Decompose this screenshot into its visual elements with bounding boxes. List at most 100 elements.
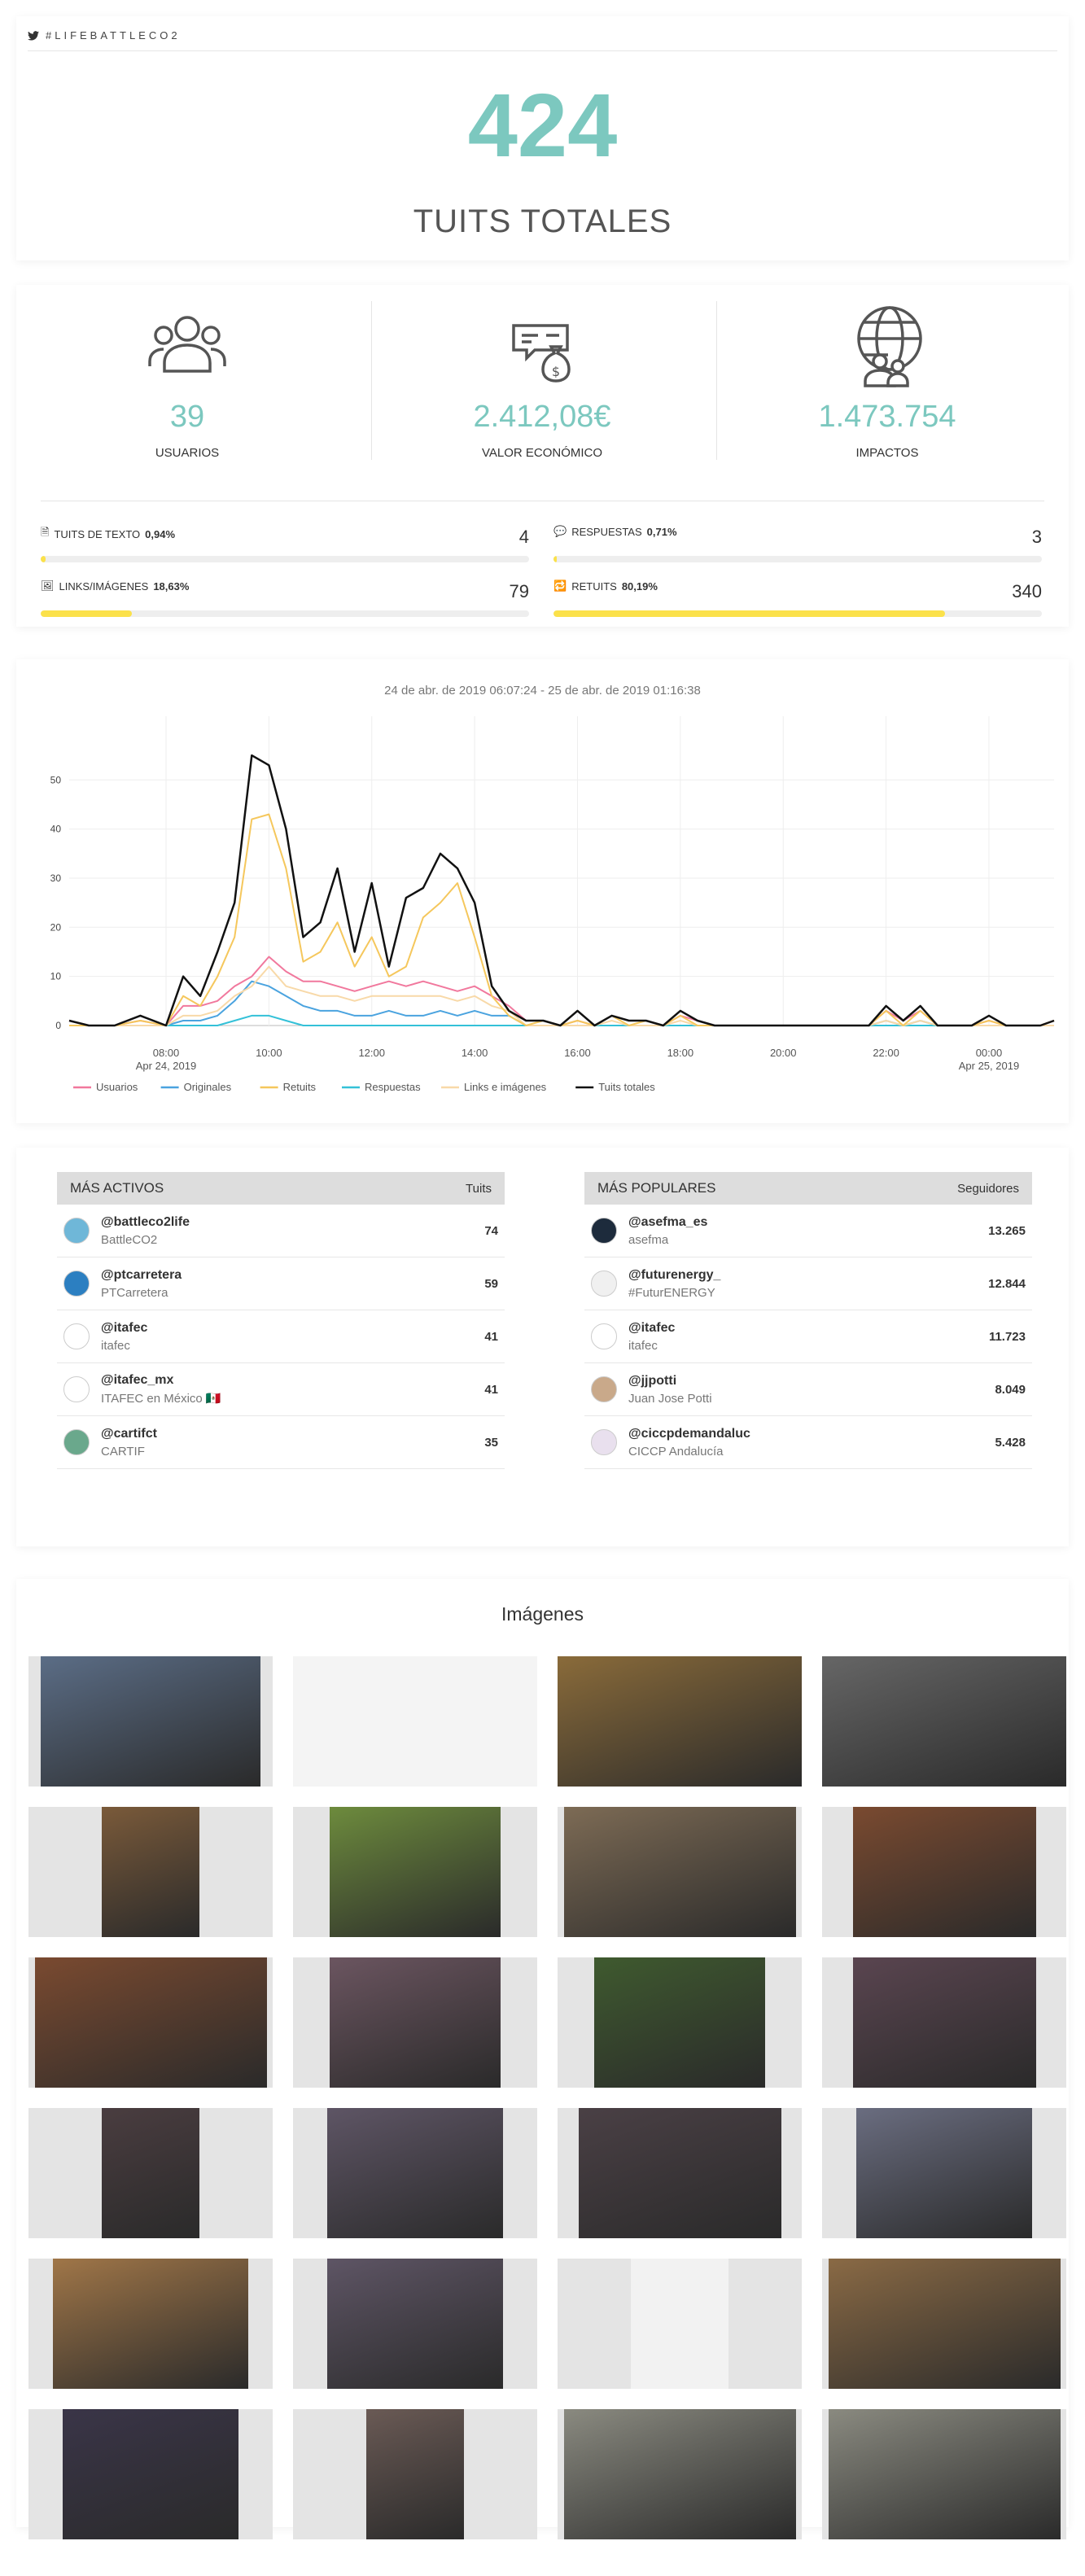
user-display-name: Juan Jose Potti (628, 1391, 712, 1406)
user-info: @itafec itafec (628, 1321, 989, 1353)
metric-value: 4 (518, 527, 529, 547)
row-value: 11.723 (988, 1329, 1026, 1344)
x-tick-label: 10:00 (256, 1047, 282, 1059)
plant-aerial-photo-2 (828, 2409, 1061, 2539)
user-info: @ciccpdemandaluc CICCP Andalucía (628, 1427, 995, 1459)
metric-value: 79 (509, 581, 529, 601)
image-thumbnail[interactable] (28, 2108, 273, 2238)
website-mockup (293, 1656, 537, 1787)
user-handle[interactable]: @asefma_es (628, 1215, 988, 1230)
table-row[interactable]: @itafec_mx ITAFEC en México 🇲🇽 41 (57, 1363, 505, 1416)
presentation-photo-7 (366, 2409, 464, 2539)
image-thumbnail[interactable] (558, 2409, 802, 2539)
user-info: @itafec_mx ITAFEC en México 🇲🇽 (101, 1373, 484, 1406)
x-tick-date-label: Apr 24, 2019 (136, 1060, 196, 1072)
avatar (63, 1218, 90, 1244)
image-thumbnail[interactable] (558, 1807, 802, 1937)
row-value: 5.428 (995, 1435, 1026, 1450)
metric-percent: 18,63% (153, 579, 190, 593)
image-thumbnail[interactable] (293, 1957, 537, 2088)
plant-aerial-photo (563, 2409, 796, 2539)
image-thumbnail[interactable] (822, 2259, 1066, 2389)
y-tick-label: 20 (50, 921, 62, 933)
image-thumbnail[interactable] (28, 1656, 273, 1787)
image-thumbnail[interactable] (293, 2108, 537, 2238)
image-thumbnail[interactable] (558, 2259, 802, 2389)
user-handle[interactable]: @itafec (101, 1321, 484, 1336)
image-thumbnail[interactable] (28, 1957, 273, 2088)
table-row[interactable]: @cartifct CARTIF 35 (57, 1416, 505, 1469)
image-thumbnail[interactable] (293, 1656, 537, 1787)
table-header: MÁS POPULARES Seguidores (584, 1172, 1032, 1205)
metric-value: 340 (1012, 581, 1042, 601)
avatar (591, 1271, 617, 1297)
table-header: MÁS ACTIVOS Tuits (57, 1172, 505, 1205)
progress-bar (553, 610, 1042, 617)
table-row[interactable]: @ptcarretera PTCarretera 59 (57, 1257, 505, 1310)
image-thumbnail[interactable] (822, 2409, 1066, 2539)
image-thumbnail[interactable] (822, 1807, 1066, 1937)
total-tweets-label: TUITS TOTALES (413, 203, 672, 239)
table-row[interactable]: @asefma_es asefma 13.265 (584, 1205, 1032, 1257)
user-handle[interactable]: @itafec (628, 1321, 989, 1336)
image-thumbnail[interactable] (822, 1656, 1066, 1787)
progress-bar-fill (41, 556, 46, 562)
table-body: @battleco2life BattleCO2 74 @ptcarretera PTC… (57, 1205, 505, 1469)
stat-economic-value-value: 2.412,08€ (473, 400, 611, 434)
image-thumbnail[interactable] (558, 1957, 802, 2088)
series-line-tuits-totales (68, 754, 1055, 1027)
row-value: 8.049 (995, 1382, 1026, 1397)
image-thumbnail[interactable] (293, 2259, 537, 2389)
table-row[interactable]: @jjpotti Juan Jose Potti 8.049 (584, 1363, 1032, 1416)
table-row[interactable]: @ciccpdemandaluc CICCP Andalucía 5.428 (584, 1416, 1032, 1469)
image-thumbnail[interactable] (28, 1807, 273, 1937)
user-handle[interactable]: @futurenergy_ (628, 1268, 988, 1283)
twitter-icon (28, 30, 39, 41)
user-display-name: CARTIF (101, 1444, 145, 1459)
image-thumbnail[interactable] (558, 2108, 802, 2238)
series-line-retuits (69, 813, 1055, 1026)
user-handle[interactable]: @ptcarretera (101, 1268, 484, 1283)
metric-label: RETUITS (571, 579, 617, 593)
money-icon: $ (512, 324, 571, 383)
stat-impacts-value: 1.473.754 (818, 400, 956, 434)
user-handle[interactable]: @itafec_mx (101, 1373, 484, 1388)
panel-photo (34, 1957, 267, 2088)
image-thumbnail[interactable] (822, 1957, 1066, 2088)
progress-bar-fill (41, 610, 132, 617)
image-thumbnail[interactable] (293, 1807, 537, 1937)
table-row[interactable]: @itafec itafec 11.723 (584, 1310, 1032, 1363)
image-thumbnail[interactable] (558, 1656, 802, 1787)
user-display-name: ITAFEC en México 🇲🇽 (101, 1392, 221, 1406)
legend-label: Originales (184, 1081, 232, 1093)
user-handle[interactable]: @cartifct (101, 1427, 484, 1441)
user-display-name: PTCarretera (101, 1285, 168, 1300)
metric-text-tweets: 🗎 TUITS DE TEXTO 0,94% 4 (41, 525, 529, 566)
user-handle[interactable]: @battleco2life (101, 1215, 484, 1230)
progress-bar-fill (553, 556, 558, 562)
svg-text:$: $ (552, 364, 560, 379)
wood-chips-photo (53, 2259, 248, 2389)
row-value: 13.265 (988, 1223, 1026, 1238)
metric-label: TUITS DE TEXTO (54, 527, 141, 540)
image-thumbnail[interactable] (28, 2409, 273, 2539)
progress-bar (41, 556, 529, 562)
user-handle[interactable]: @ciccpdemandaluc (628, 1427, 995, 1441)
user-handle[interactable]: @jjpotti (628, 1374, 995, 1389)
total-tweets-card: #LIFEBATTLECO2 424 TUITS TOTALES (16, 16, 1069, 260)
progress-bar-fill (553, 610, 946, 617)
avatar (63, 1323, 90, 1349)
user-info: @battleco2life BattleCO2 (101, 1215, 484, 1247)
user-display-name: BattleCO2 (101, 1232, 158, 1247)
image-thumbnail[interactable] (822, 2108, 1066, 2238)
x-tick-label: 18:00 (667, 1047, 694, 1059)
image-thumbnail[interactable] (293, 2409, 537, 2539)
most-popular-table: MÁS POPULARES Seguidores @asefma_es asefm… (584, 1172, 1032, 1469)
table-row[interactable]: @futurenergy_ #FuturENERGY 12.844 (584, 1257, 1032, 1310)
image-thumbnail[interactable] (28, 2259, 273, 2389)
row-value: 74 (484, 1223, 498, 1238)
legend-label: Tuits totales (598, 1081, 655, 1093)
presentation-photo-6 (63, 2409, 238, 2539)
table-row[interactable]: @battleco2life BattleCO2 74 (57, 1205, 505, 1257)
table-row[interactable]: @itafec itafec 41 (57, 1310, 505, 1363)
